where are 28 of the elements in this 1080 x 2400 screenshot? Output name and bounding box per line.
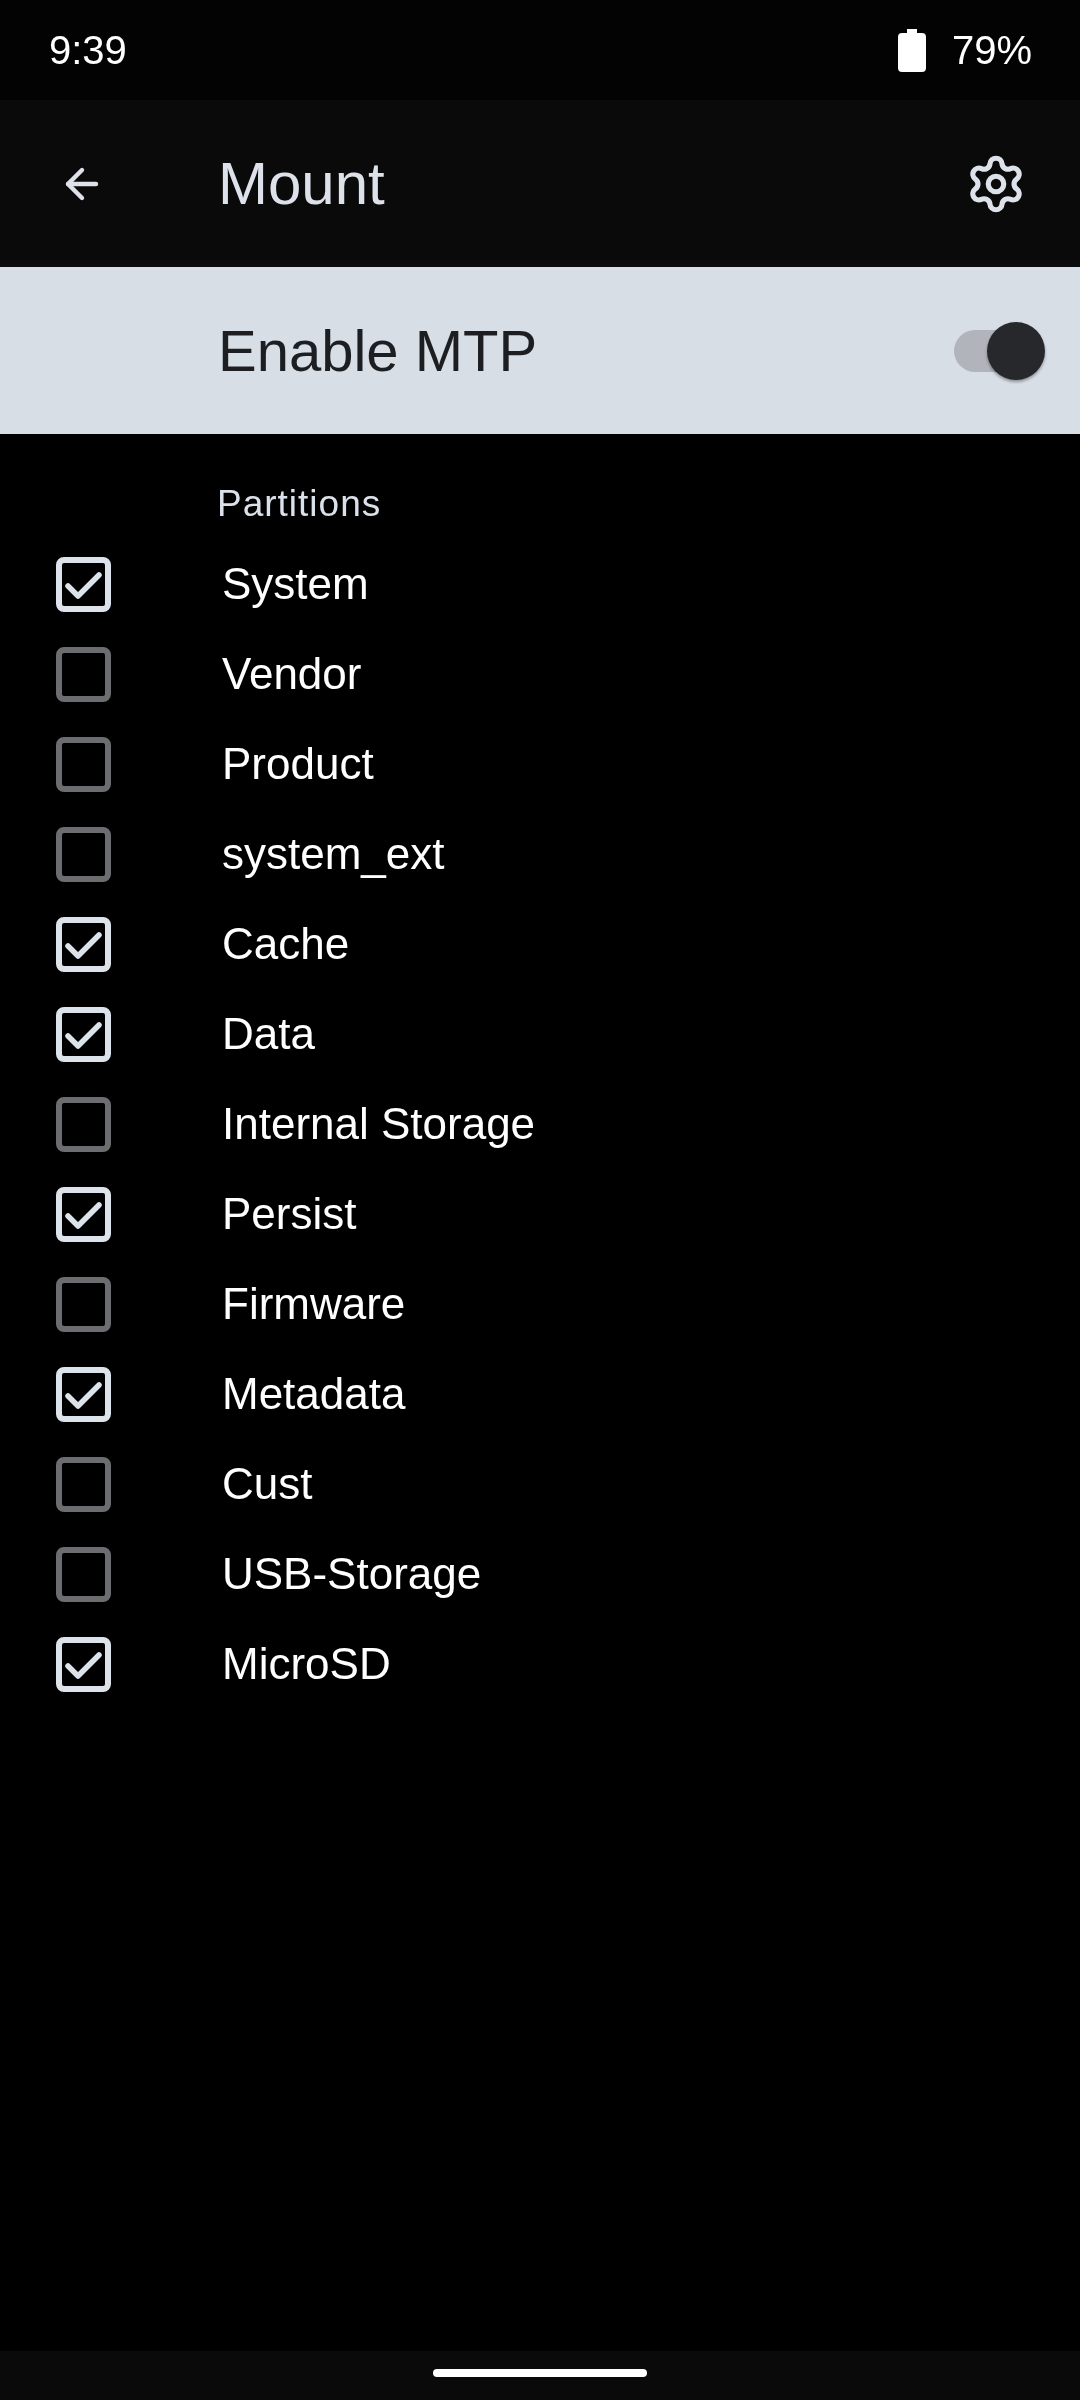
partition-label: Firmware	[222, 1282, 406, 1326]
partition-label: Metadata	[222, 1372, 406, 1416]
battery-icon	[897, 28, 926, 72]
status-time: 9:39	[49, 30, 127, 70]
partition-label: System	[222, 562, 369, 606]
partition-label: Internal Storage	[222, 1102, 536, 1146]
checkbox[interactable]	[56, 826, 111, 882]
mtp-label: Enable MTP	[218, 321, 538, 380]
checkbox[interactable]	[56, 1546, 111, 1602]
partition-label: Data	[222, 1012, 315, 1056]
partition-label: Persist	[222, 1192, 357, 1236]
checkbox[interactable]	[56, 646, 111, 702]
home-handle[interactable]	[433, 2368, 647, 2377]
toggle-switch[interactable]	[954, 321, 1045, 380]
partition-label: Vendor	[222, 652, 362, 696]
partition-label: MicroSD	[222, 1642, 391, 1686]
checkbox[interactable]	[56, 1456, 111, 1512]
partition-label: USB-Storage	[222, 1552, 482, 1596]
partition-label: Product	[222, 742, 374, 786]
screen-title: Mount	[218, 153, 385, 214]
checkbox[interactable]	[56, 1096, 111, 1152]
partition-label: Cust	[222, 1462, 313, 1506]
checkbox[interactable]	[56, 1276, 111, 1332]
partition-label: system_ext	[222, 832, 445, 876]
checkbox[interactable]	[56, 736, 111, 792]
section-heading: Partitions	[217, 484, 382, 524]
partition-label: Cache	[222, 922, 350, 966]
battery-percentage: 79%	[951, 30, 1032, 70]
